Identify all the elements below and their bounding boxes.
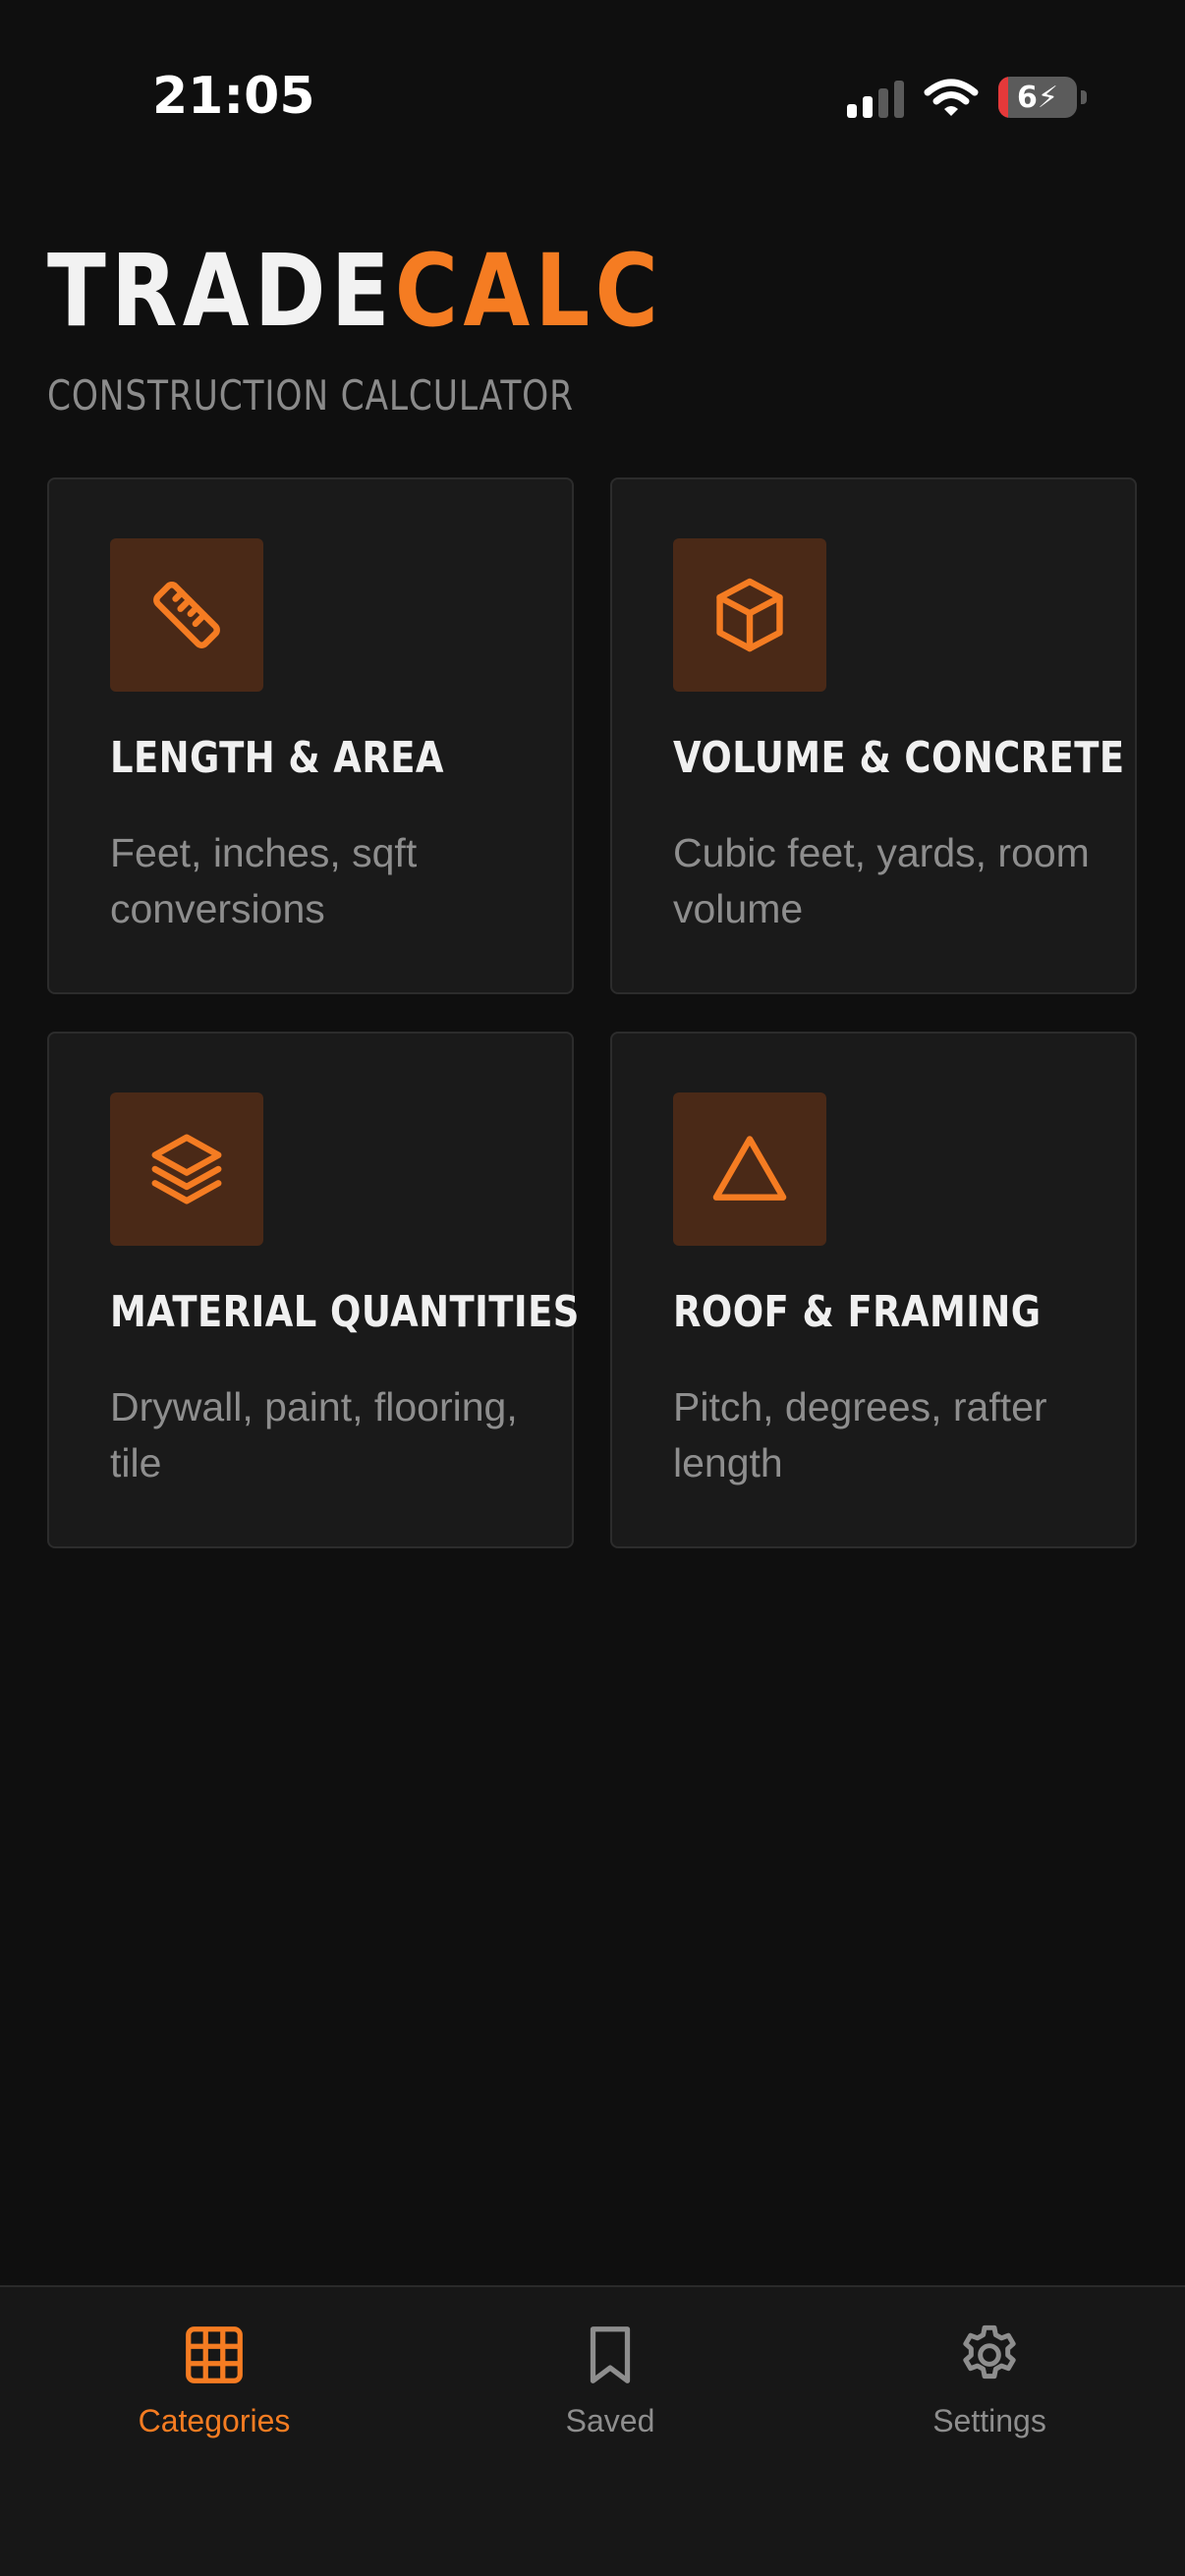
status-time: 21:05: [152, 67, 315, 126]
category-icon-tile: [110, 1092, 263, 1246]
cellular-signal-icon: [847, 81, 904, 118]
cube-icon: [716, 578, 783, 652]
category-card-roof-framing[interactable]: ROOF & FRAMING Pitch, degrees, rafter le…: [610, 1032, 1137, 1548]
app-logo: TRADECALC: [47, 242, 663, 342]
battery-nub: [1081, 90, 1087, 104]
brand-trade: TRADE: [47, 233, 395, 350]
gear-icon: [963, 2324, 1016, 2380]
app-subtitle: CONSTRUCTION CALCULATOR: [47, 371, 574, 420]
category-card-material-quantities[interactable]: MATERIAL QUANTITIES Drywall, paint, floo…: [47, 1032, 579, 1548]
battery-level: 6: [1017, 80, 1038, 115]
tab-label: Saved: [565, 2403, 655, 2438]
tab-label: Categories: [138, 2403, 291, 2438]
tab-settings[interactable]: Settings: [862, 2321, 1117, 2468]
layers-icon: [151, 1134, 222, 1204]
category-title: VOLUME & CONCRETE: [673, 733, 1125, 783]
ruler-icon: [153, 582, 220, 648]
category-title: LENGTH & AREA: [110, 733, 444, 783]
category-description: Cubic feet, yards, room volume: [673, 830, 1090, 931]
category-icon-tile: [673, 1092, 826, 1246]
category-title: ROOF & FRAMING: [673, 1287, 1042, 1337]
category-card-length-area[interactable]: LENGTH & AREA Feet, inches, sqft convers…: [47, 477, 574, 994]
tab-saved[interactable]: Saved: [482, 2321, 738, 2468]
category-description: Pitch, degrees, rafter length: [673, 1384, 1047, 1485]
brand-calc: CALC: [394, 233, 663, 350]
category-icon-tile: [673, 538, 826, 692]
bottom-tab-bar: Categories Saved Settings: [0, 2285, 1185, 2576]
battery-charging-icon: 6 ⚡: [998, 77, 1077, 118]
category-description: Feet, inches, sqft conversions: [110, 830, 418, 931]
category-description: Drywall, paint, flooring, tile: [110, 1384, 518, 1485]
category-icon-tile: [110, 538, 263, 692]
wifi-icon: [924, 79, 979, 116]
tab-label: Settings: [932, 2403, 1046, 2438]
app-screen: 21:05 6 ⚡ TRADECALC CONSTRUCTION CALCULAT…: [0, 0, 1185, 2576]
category-card-volume-concrete[interactable]: VOLUME & CONCRETE Cubic feet, yards, roo…: [610, 477, 1137, 994]
grid-icon: [186, 2326, 243, 2383]
tab-categories[interactable]: Categories: [86, 2321, 342, 2468]
triangle-icon: [712, 1136, 787, 1201]
bookmark-icon: [590, 2326, 631, 2383]
category-title: MATERIAL QUANTITIES: [110, 1287, 580, 1337]
